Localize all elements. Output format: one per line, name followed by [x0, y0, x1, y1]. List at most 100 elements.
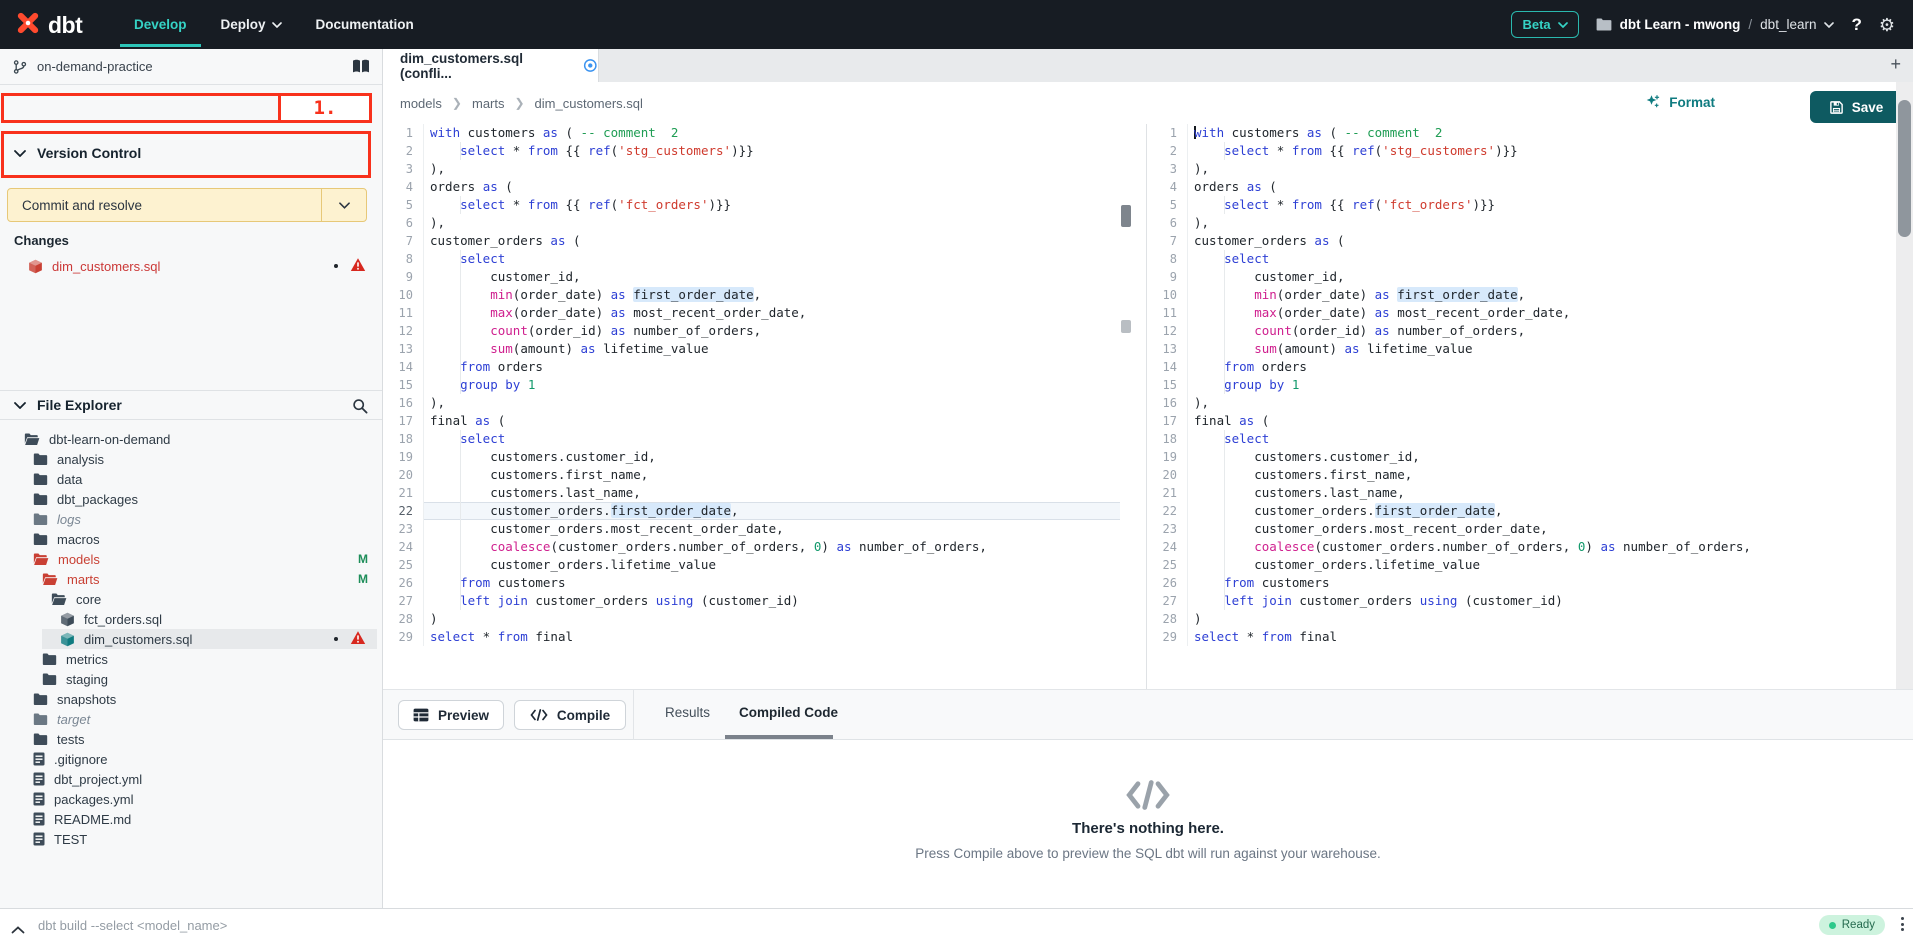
code-line: 20 customers.first_name, — [383, 466, 1120, 484]
breadcrumb-file[interactable]: dim_customers.sql — [535, 96, 643, 111]
new-tab-button[interactable]: + — [1890, 54, 1901, 75]
breadcrumb-models[interactable]: models — [400, 96, 442, 111]
folder-icon — [1596, 18, 1612, 31]
tree-item-metrics[interactable]: metrics — [0, 649, 382, 669]
tree-item-label: models — [58, 552, 100, 567]
code-line: 21 customers.last_name, — [383, 484, 1120, 502]
folder-open-icon — [42, 573, 58, 586]
tree-item-logs[interactable]: logs — [0, 509, 382, 529]
code-editor-left-pane[interactable]: 1with customers as ( -- comment 22 selec… — [383, 124, 1120, 689]
chevron-down-icon — [1558, 22, 1568, 28]
dbt-logo[interactable]: dbt — [14, 9, 82, 42]
line-number: 26 — [383, 576, 423, 590]
toolbar-divider — [633, 690, 634, 740]
beta-dropdown[interactable]: Beta — [1511, 11, 1578, 38]
code-line: 11 max(order_date) as most_recent_order_… — [383, 304, 1120, 322]
tree-item-dbt-project-yml[interactable]: dbt_project.yml — [0, 769, 382, 789]
tree-item-test[interactable]: TEST — [0, 829, 382, 849]
search-icon[interactable] — [352, 398, 368, 417]
tree-item-core[interactable]: core — [0, 589, 382, 609]
tree-item-fct-orders-sql[interactable]: fct_orders.sql — [0, 609, 382, 629]
gear-icon[interactable]: ⚙ — [1879, 16, 1895, 34]
preview-button[interactable]: Preview — [398, 700, 504, 730]
tree-item-label: core — [76, 592, 101, 607]
bottom-toolbar: Preview Compile Results Compiled Code — [383, 689, 1913, 740]
tree-item-analysis[interactable]: analysis — [0, 449, 382, 469]
line-number: 2 — [1147, 144, 1187, 158]
left-pane-scrollbar-thumb[interactable] — [1121, 205, 1131, 227]
changed-file-row[interactable]: dim_customers.sql — [0, 255, 382, 277]
tab-compiled-code[interactable]: Compiled Code — [739, 705, 838, 720]
tree-item-dim-customers-sql[interactable]: dim_customers.sql — [0, 629, 382, 649]
nav-item-deploy[interactable]: Deploy — [221, 17, 282, 32]
breadcrumb-marts[interactable]: marts — [472, 96, 505, 111]
kebab-menu-icon[interactable] — [1898, 914, 1907, 934]
tree-item-label: target — [57, 712, 90, 727]
code-line: 16), — [1147, 394, 1897, 412]
code-editor-right-pane[interactable]: 1with customers as ( -- comment 22 selec… — [1146, 124, 1897, 689]
line-number: 3 — [1147, 162, 1187, 176]
tree-item-label: analysis — [57, 452, 104, 467]
tree-item-macros[interactable]: macros — [0, 529, 382, 549]
tree-item-snapshots[interactable]: snapshots — [0, 689, 382, 709]
command-input[interactable]: dbt build --select <model_name> — [38, 918, 227, 933]
project-selector[interactable]: dbt Learn - mwong / dbt_learn — [1596, 17, 1835, 32]
chevron-down-icon — [1824, 22, 1834, 28]
line-number: 29 — [383, 630, 423, 644]
tree-item-staging[interactable]: staging — [0, 669, 382, 689]
model-cube-icon — [60, 612, 75, 627]
tree-item-tests[interactable]: tests — [0, 729, 382, 749]
commit-and-resolve-button[interactable]: Commit and resolve — [7, 188, 367, 222]
conflict-warning-icon — [350, 257, 366, 272]
help-icon[interactable]: ? — [1851, 15, 1861, 35]
line-number: 22 — [1147, 504, 1187, 518]
tree-item-label: macros — [57, 532, 100, 547]
nav-item-develop[interactable]: Develop — [134, 17, 187, 32]
right-scrollbar-thumb[interactable] — [1898, 100, 1911, 237]
code-line: 15 group by 1 — [1147, 376, 1897, 394]
git-branch-selector[interactable]: on-demand-practice — [0, 49, 382, 85]
modified-badge: M — [358, 552, 368, 566]
line-number: 21 — [383, 486, 423, 500]
line-number: 14 — [383, 360, 423, 374]
branch-name: on-demand-practice — [37, 59, 153, 74]
tab-results[interactable]: Results — [665, 705, 710, 720]
status-dot-icon — [1829, 922, 1836, 929]
docs-book-icon[interactable] — [352, 59, 370, 77]
left-pane-scrollbar-mark[interactable] — [1121, 320, 1131, 333]
chevron-down-icon — [14, 150, 26, 157]
tree-item-models[interactable]: models M — [0, 549, 382, 569]
version-control-header[interactable]: Version Control — [14, 145, 141, 161]
tree-item-label: packages.yml — [54, 792, 133, 807]
tree-item-label: .gitignore — [54, 752, 107, 767]
tab-dim-customers[interactable]: dim_customers.sql (confli... — [383, 49, 599, 82]
tree-item-packages-yml[interactable]: packages.yml — [0, 789, 382, 809]
save-button[interactable]: Save — [1810, 91, 1902, 123]
format-button[interactable]: Format — [1645, 94, 1715, 110]
tree-item-dbt-packages[interactable]: dbt_packages — [0, 489, 382, 509]
tree-item-readme-md[interactable]: README.md — [0, 809, 382, 829]
file-explorer-header[interactable]: File Explorer — [0, 390, 382, 420]
line-number: 24 — [383, 540, 423, 554]
line-number: 8 — [383, 252, 423, 266]
indent-guide — [1224, 196, 1225, 214]
line-number: 23 — [1147, 522, 1187, 536]
tree-item-target[interactable]: target — [0, 709, 382, 729]
tree-item-dbt-learn-on-demand[interactable]: dbt-learn-on-demand — [0, 429, 382, 449]
line-number: 3 — [383, 162, 423, 176]
code-line: 14 from orders — [1147, 358, 1897, 376]
folder-icon — [33, 513, 48, 526]
code-line: 23 customer_orders.most_recent_order_dat… — [383, 520, 1120, 538]
tree-item-data[interactable]: data — [0, 469, 382, 489]
tree-item--gitignore[interactable]: .gitignore — [0, 749, 382, 769]
chevron-up-icon[interactable] — [11, 921, 25, 939]
tree-item-marts[interactable]: martsM — [0, 569, 382, 589]
nav-item-documentation[interactable]: Documentation — [316, 17, 414, 32]
code-line: 11 max(order_date) as most_recent_order_… — [1147, 304, 1897, 322]
code-line: 26 from customers — [1147, 574, 1897, 592]
commit-options-caret[interactable] — [321, 189, 366, 221]
compile-button[interactable]: Compile — [514, 700, 626, 730]
folder-icon — [33, 733, 48, 746]
nav-links: Develop Deploy Documentation — [134, 0, 414, 49]
code-icon — [1125, 780, 1171, 810]
